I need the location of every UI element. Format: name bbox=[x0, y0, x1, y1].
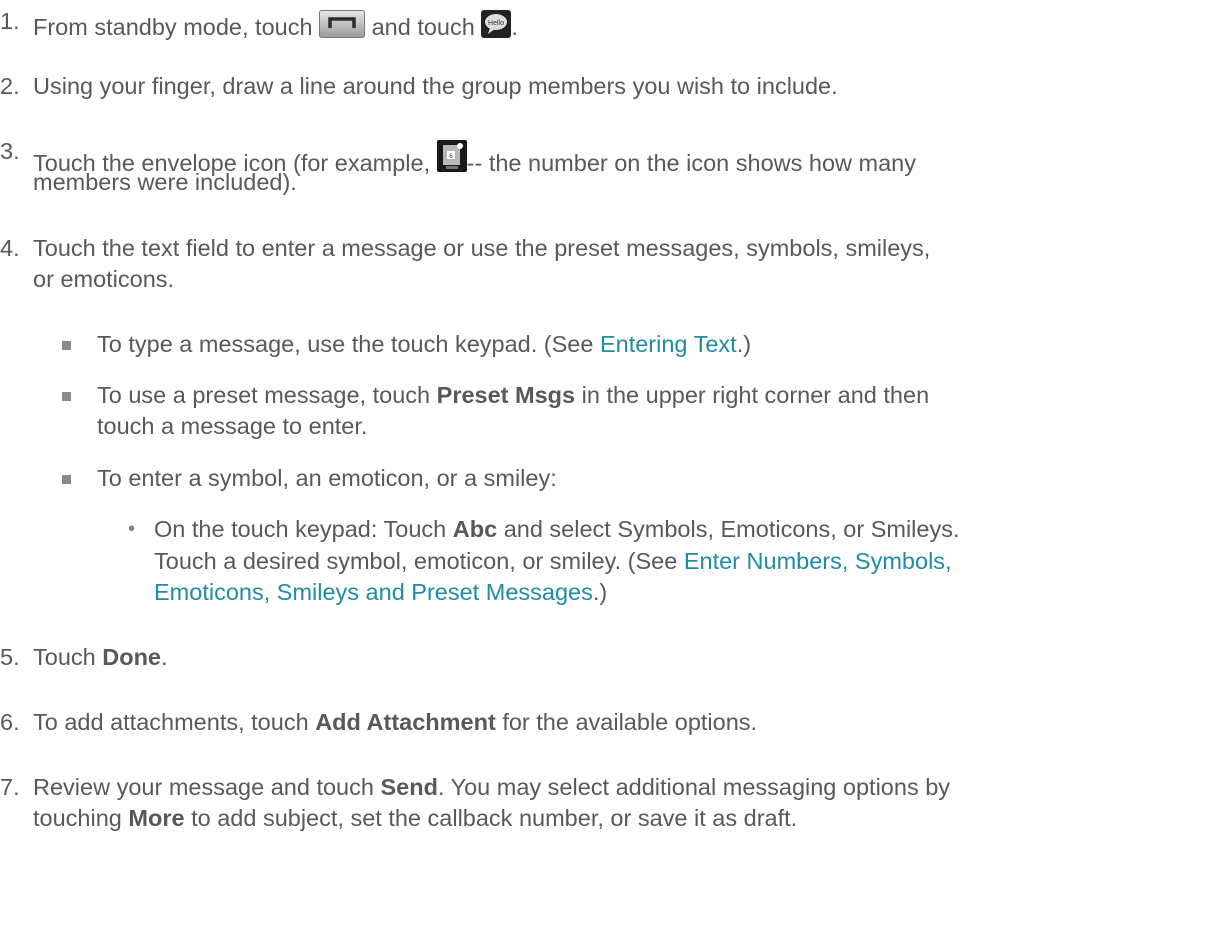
step-number: 3. bbox=[0, 138, 20, 164]
step-number: 7. bbox=[0, 774, 20, 800]
link-enter-numbers-symbols[interactable]: Enter Numbers, Symbols, bbox=[684, 548, 952, 574]
step-text: To add attachments, touch Add Attachment… bbox=[33, 709, 758, 735]
step-text: Touch Done. bbox=[33, 644, 168, 670]
bullet-square-icon bbox=[62, 392, 71, 401]
svg-text:Hello: Hello bbox=[488, 20, 504, 27]
step-number: 5. bbox=[0, 644, 20, 670]
step-number: 1. bbox=[0, 8, 20, 34]
menu-key-icon bbox=[319, 10, 366, 43]
envelope-group-icon: 6 bbox=[436, 140, 467, 177]
bullet-dot-icon: • bbox=[128, 518, 136, 540]
bullet-square-icon bbox=[62, 475, 71, 484]
bullet-square-icon bbox=[62, 341, 71, 350]
step-text: Review your message and touch Send. You … bbox=[33, 774, 951, 800]
link-enter-numbers-symbols-cont[interactable]: Emoticons, Smileys and Preset Messages bbox=[154, 579, 593, 605]
hello-message-app-icon: Hello bbox=[481, 10, 512, 43]
step-text: Using your finger, draw a line around th… bbox=[33, 73, 838, 99]
step-number: 2. bbox=[0, 73, 20, 99]
step-number: 6. bbox=[0, 709, 20, 735]
step-number: 4. bbox=[0, 235, 20, 261]
step-text: Touch the text field to enter a message … bbox=[33, 235, 931, 261]
step-text: From standby mode, touch and touch Hello… bbox=[33, 10, 518, 43]
link-entering-text[interactable]: Entering Text bbox=[600, 331, 737, 357]
